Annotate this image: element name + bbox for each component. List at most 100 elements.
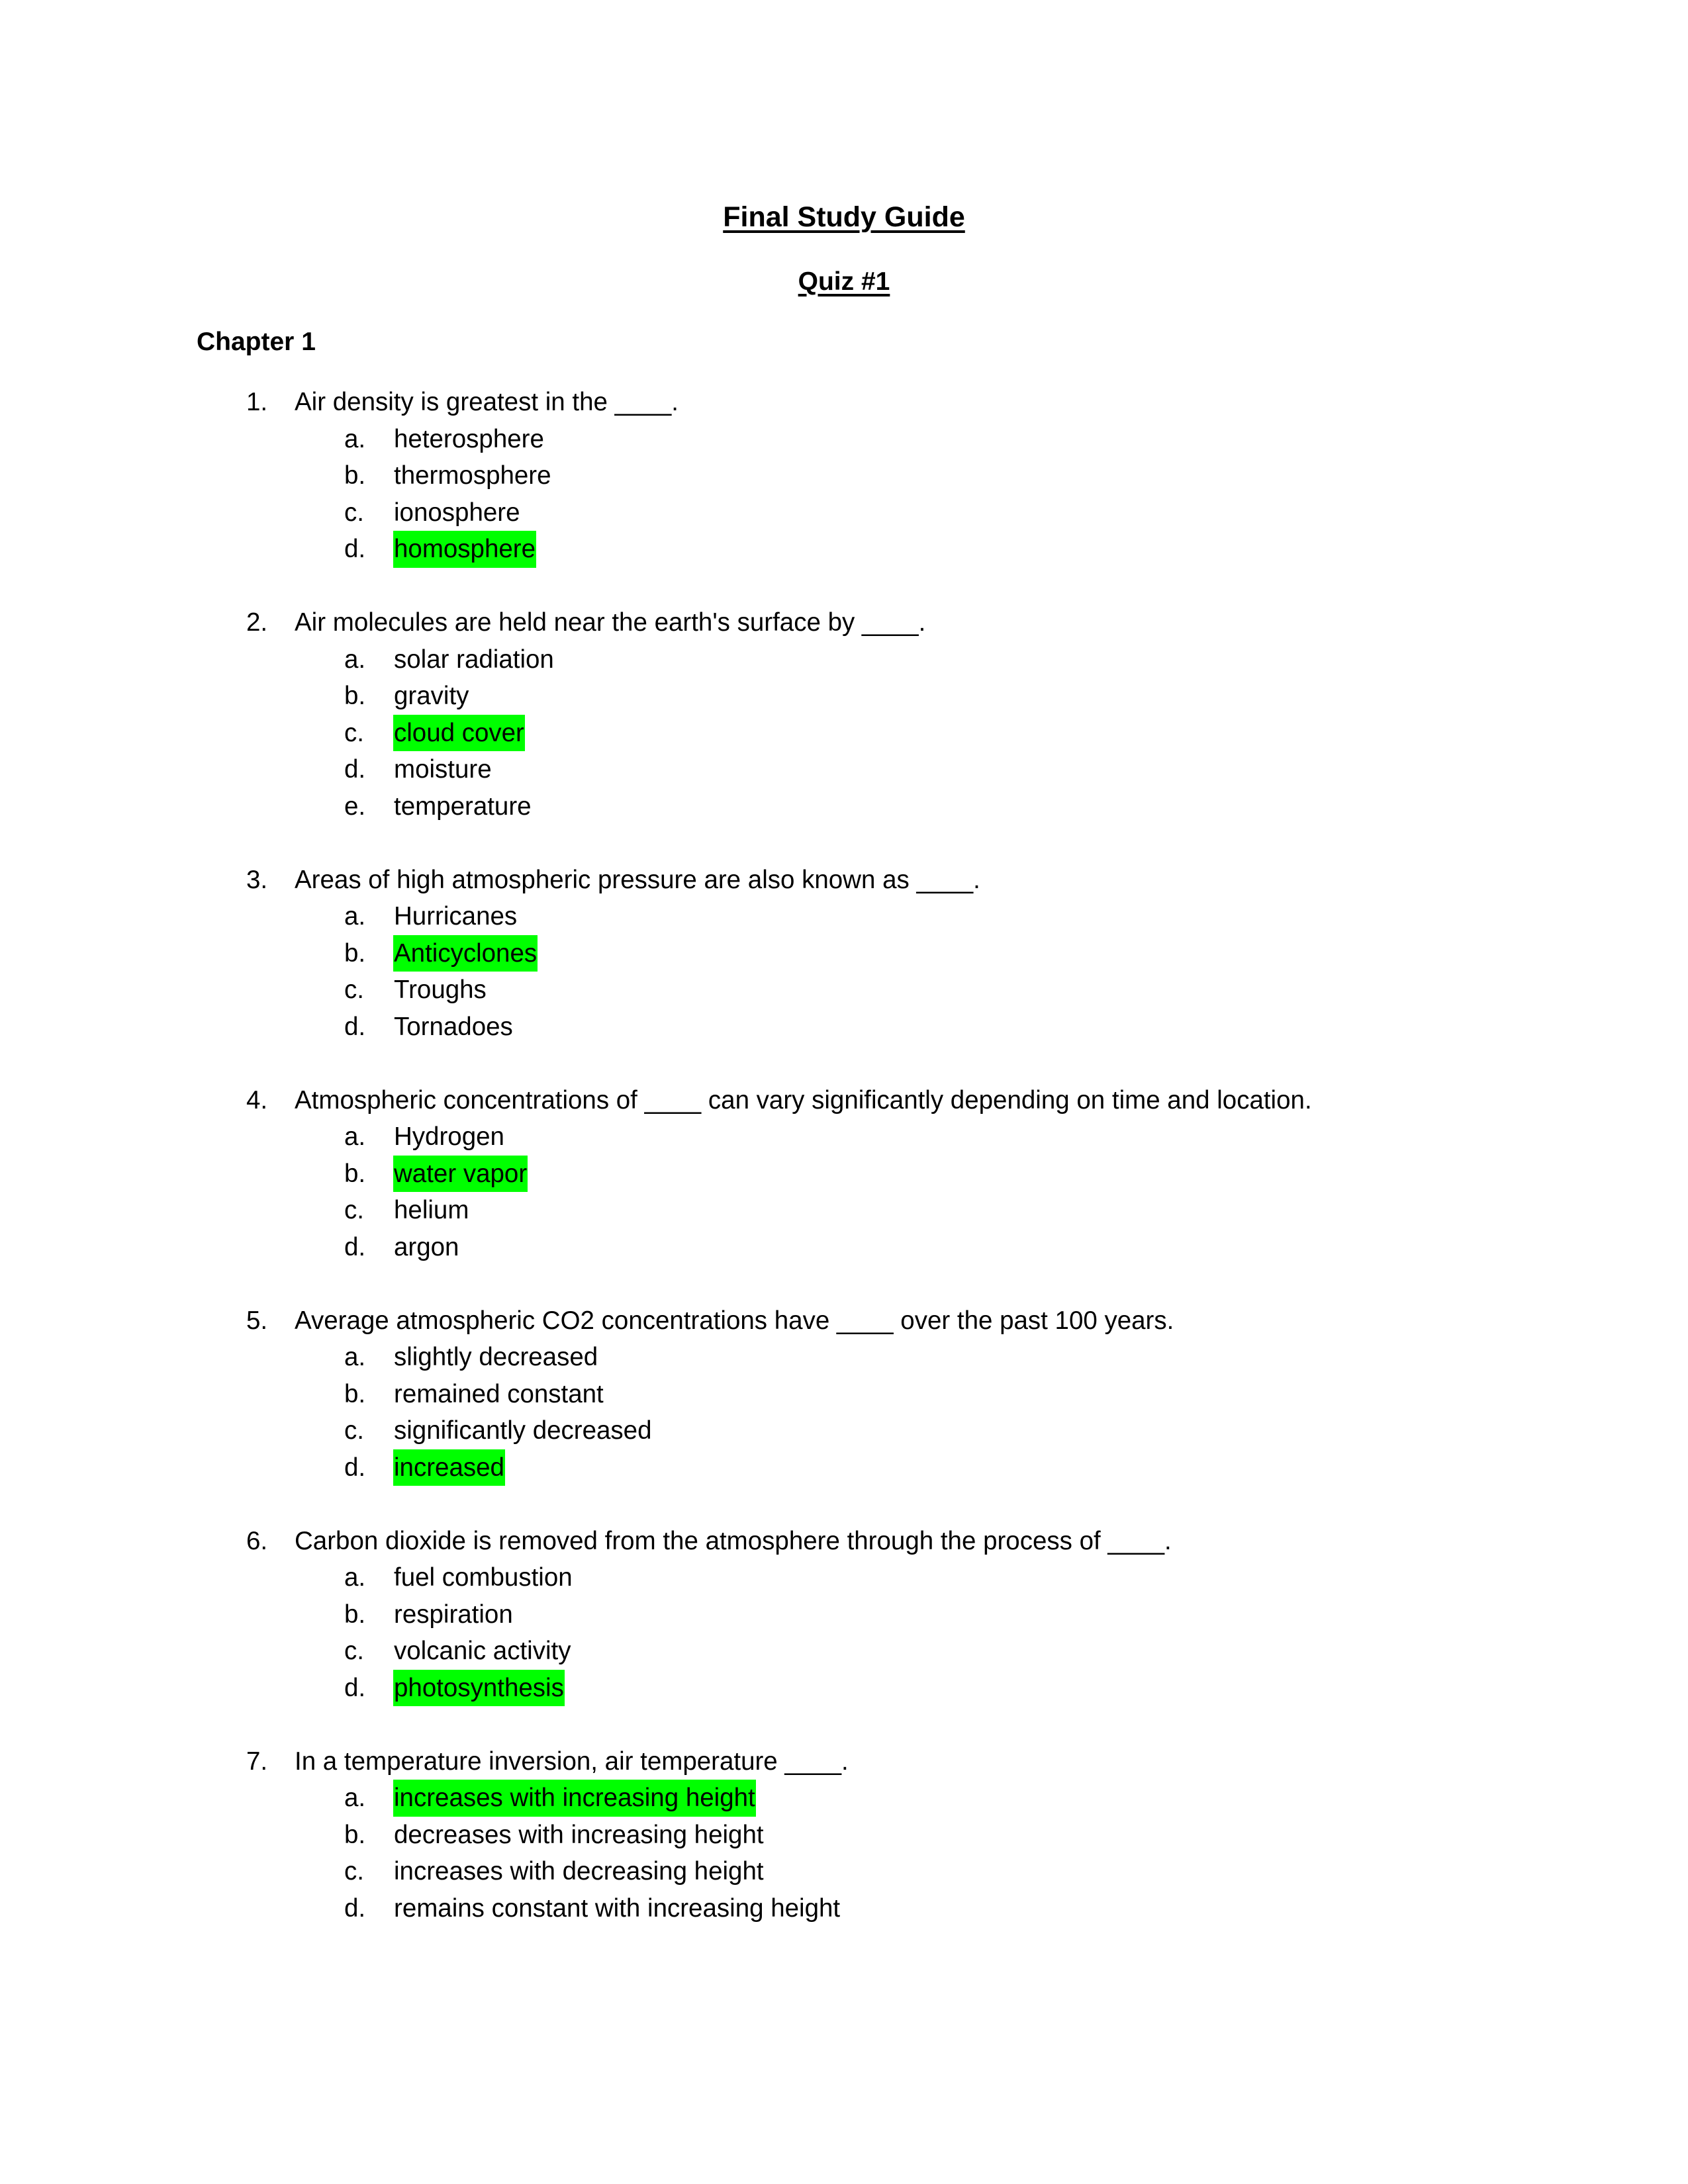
question-item: 5. Average atmospheric CO2 concentrations… (0, 1302, 1688, 1486)
option-letter: d. (344, 1012, 366, 1041)
answer-option: c. cloud cover (0, 714, 1688, 751)
answer-option: d. Tornadoes (0, 1009, 1688, 1046)
answer-option: d. photosynthesis (0, 1669, 1688, 1706)
correct-answer-highlight: homosphere (393, 531, 537, 568)
question-number: 4. (246, 1085, 268, 1115)
option-letter: c. (344, 1637, 364, 1665)
option-text: heterosphere (394, 424, 544, 453)
option-text: decreases with increasing height (394, 1820, 764, 1849)
option-letter: d. (344, 1453, 366, 1482)
option-text: helium (394, 1196, 469, 1224)
option-text: respiration (394, 1600, 513, 1629)
answer-option: c. helium (0, 1192, 1688, 1229)
answer-option: c. increases with decreasing height (0, 1853, 1688, 1890)
answer-option: b. respiration (0, 1596, 1688, 1633)
correct-answer-highlight: Anticyclones (393, 934, 538, 972)
option-letter: a. (344, 424, 366, 453)
answer-option: a. increases with increasing height (0, 1780, 1688, 1817)
answer-option: b. gravity (0, 678, 1688, 715)
answer-option: b. Anticyclones (0, 934, 1688, 972)
option-text: moisture (394, 755, 492, 784)
option-text: significantly decreased (394, 1416, 652, 1445)
question-item: 4. Atmospheric concentrations of ____ can… (0, 1082, 1688, 1266)
question-item: 7. In a temperature inversion, air temper… (0, 1743, 1688, 1927)
question-line: 3. Areas of high atmospheric pressure are… (0, 862, 1688, 899)
option-letter: b. (344, 1159, 366, 1188)
correct-answer-highlight: water vapor (393, 1155, 528, 1192)
question-line: 1. Air density is greatest in the ____. (0, 384, 1688, 421)
option-text: ionosphere (394, 498, 520, 527)
question-text: Carbon dioxide is removed from the atmos… (295, 1526, 1172, 1555)
option-text: Hurricanes (394, 902, 518, 931)
question-line: 7. In a temperature inversion, air temper… (0, 1743, 1688, 1780)
question-line: 4. Atmospheric concentrations of ____ can… (0, 1082, 1688, 1119)
option-text: Tornadoes (394, 1012, 513, 1041)
option-text: increases with decreasing height (394, 1857, 764, 1886)
question-number: 7. (246, 1747, 268, 1776)
option-text: thermosphere (394, 461, 551, 490)
question-text: Average atmospheric CO2 concentrations h… (295, 1306, 1174, 1335)
document-title-text: Final Study Guide (723, 201, 965, 233)
question-number: 2. (246, 608, 268, 637)
option-letter: d. (344, 755, 366, 784)
option-letter: b. (344, 1820, 366, 1849)
option-text: slightly decreased (394, 1343, 598, 1371)
question-list: 1. Air density is greatest in the ____. a.… (0, 384, 1688, 1964)
question-text: Air density is greatest in the ____. (295, 388, 679, 416)
question-item: 3. Areas of high atmospheric pressure are… (0, 862, 1688, 1046)
option-letter: a. (344, 1343, 366, 1371)
question-number: 3. (246, 865, 268, 894)
question-number: 6. (246, 1526, 268, 1555)
correct-answer-highlight: photosynthesis (393, 1669, 565, 1706)
answer-option: c. volcanic activity (0, 1633, 1688, 1670)
option-letter: a. (344, 1563, 366, 1592)
option-letter: e. (344, 792, 366, 821)
option-letter: c. (344, 1416, 364, 1445)
option-text: Hydrogen (394, 1122, 504, 1151)
answer-option: c. significantly decreased (0, 1412, 1688, 1449)
answer-option: b. remained constant (0, 1376, 1688, 1413)
option-letter: c. (344, 1196, 364, 1224)
answer-option: a. Hurricanes (0, 898, 1688, 935)
option-letter: a. (344, 645, 366, 674)
option-text: volcanic activity (394, 1637, 571, 1665)
option-letter: d. (344, 1232, 366, 1261)
answer-option: d. homosphere (0, 531, 1688, 568)
option-text: gravity (394, 682, 469, 710)
answer-option: a. slightly decreased (0, 1339, 1688, 1376)
question-line: 6. Carbon dioxide is removed from the atm… (0, 1523, 1688, 1560)
option-letter: c. (344, 498, 364, 527)
question-text: Air molecules are held near the earth's … (295, 608, 926, 637)
question-item: 6. Carbon dioxide is removed from the atm… (0, 1523, 1688, 1706)
answer-option: a. solar radiation (0, 641, 1688, 678)
answer-option: a. fuel combustion (0, 1559, 1688, 1596)
answer-option: b. thermosphere (0, 457, 1688, 494)
question-text: Areas of high atmospheric pressure are a… (295, 865, 980, 894)
question-text: In a temperature inversion, air temperat… (295, 1747, 849, 1776)
option-text: argon (394, 1232, 459, 1261)
question-item: 2. Air molecules are held near the earth'… (0, 604, 1688, 825)
answer-option: a. heterosphere (0, 421, 1688, 458)
answer-option: b. decreases with increasing height (0, 1817, 1688, 1854)
option-letter: b. (344, 461, 366, 490)
answer-option: d. increased (0, 1449, 1688, 1486)
option-text: remains constant with increasing height (394, 1893, 841, 1923)
answer-option: d. moisture (0, 751, 1688, 788)
question-item: 1. Air density is greatest in the ____. a.… (0, 384, 1688, 568)
answer-option: d. argon (0, 1229, 1688, 1266)
answer-option: c. ionosphere (0, 494, 1688, 531)
correct-answer-highlight: increases with increasing height (393, 1780, 756, 1817)
answer-option: b. water vapor (0, 1155, 1688, 1192)
option-letter: b. (344, 938, 366, 968)
option-letter: a. (344, 1122, 366, 1151)
document-title: Final Study Guide (0, 199, 1688, 236)
option-letter: b. (344, 1379, 366, 1408)
option-letter: b. (344, 1600, 366, 1629)
question-text: Atmospheric concentrations of ____ can v… (295, 1085, 1312, 1115)
answer-option: d. remains constant with increasing heigh… (0, 1890, 1688, 1927)
chapter-heading: Chapter 1 (197, 328, 316, 356)
option-letter: a. (344, 902, 366, 931)
option-letter: d. (344, 1673, 366, 1702)
question-line: 5. Average atmospheric CO2 concentrations… (0, 1302, 1688, 1340)
correct-answer-highlight: increased (393, 1449, 505, 1486)
